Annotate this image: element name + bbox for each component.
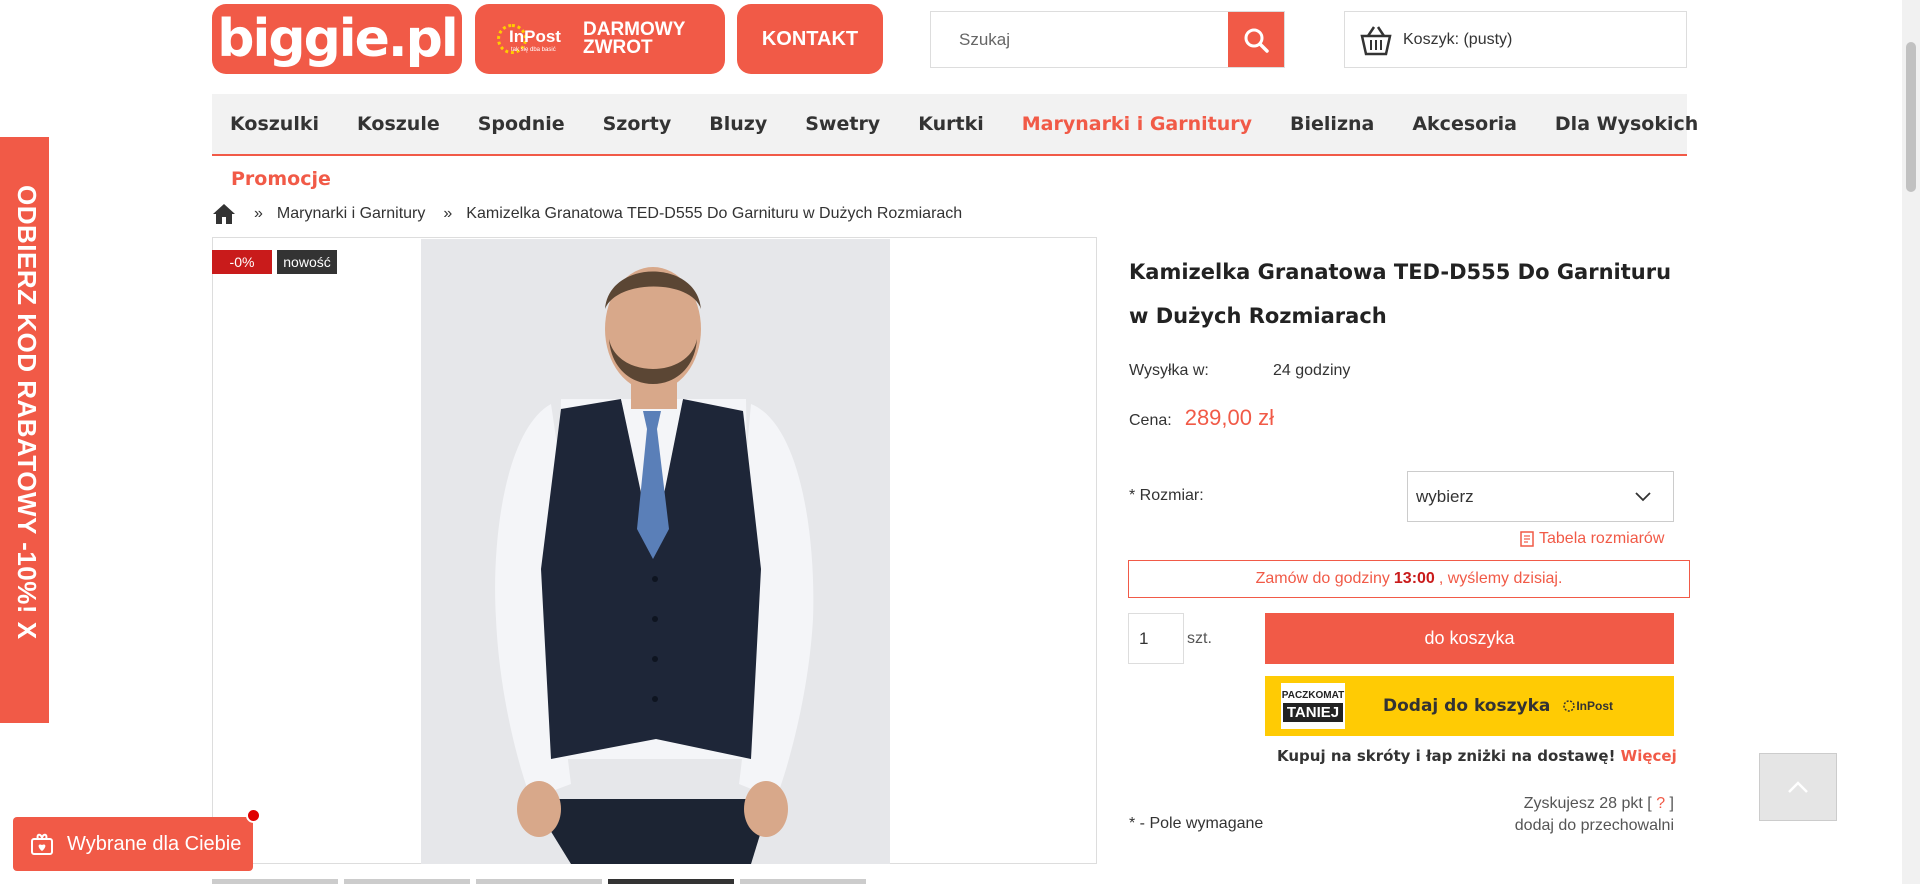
breadcrumb-category[interactable]: Marynarki i Garnitury [277,205,425,223]
inpost-small-logo: InPost [1562,699,1613,713]
inpost-logo-text: InPost [509,27,561,46]
free-return-text: DARMOWY ZWROT [583,20,685,58]
cart-label: Koszyk: (pusty) [1403,30,1513,48]
inpost-sun-icon [1563,700,1576,712]
main-nav: Koszulki Koszule Spodnie Szorty Bluzy Sw… [212,94,1698,156]
breadcrumb-separator: » [443,205,453,222]
nav-item-bluzy[interactable]: Bluzy [709,113,767,135]
nav-item-spodnie[interactable]: Spodnie [478,113,565,135]
loyalty-points: Zyskujesz 28 pkt [ ? ] dodaj do przechow… [1400,793,1674,837]
nav-item-dla-wysokich[interactable]: Dla Wysokich [1555,113,1698,135]
logo-text: biggie.pl [217,9,458,69]
chosen-for-you-label: Wybrane dla Ciebie [67,832,242,855]
nav-item-szorty[interactable]: Szorty [603,113,672,135]
price-value: 289,00 zł [1184,405,1274,430]
discount-badge: -0% [212,250,272,274]
search-box [930,11,1285,68]
add-to-cart-label: do koszyka [1424,628,1515,648]
thumbnail[interactable] [344,879,470,884]
points-close: ] [1669,795,1674,812]
points-help-link[interactable]: ? [1652,795,1670,812]
shipping-value: 24 godziny [1273,362,1351,379]
product-photo[interactable] [421,239,890,864]
basket-icon [1360,25,1392,55]
thumbnail[interactable] [476,879,602,884]
cart-widget[interactable]: Koszyk: (pusty) [1344,11,1687,68]
new-badge: nowość [277,250,337,274]
nav-item-swetry[interactable]: Swetry [805,113,880,135]
thumbnail-active[interactable] [608,879,734,884]
scrollbar-thumb[interactable] [1906,42,1916,192]
quantity-unit: szt. [1187,630,1212,647]
nav-item-koszule[interactable]: Koszule [357,113,440,135]
required-fields-note: * - Pole wymagane [1129,815,1264,832]
gift-heart-icon [31,833,53,855]
inpost-more-link[interactable]: Więcej [1621,747,1677,765]
inpost-add-label: Dodaj do koszyka [1383,696,1551,716]
inpost-add-to-cart-button[interactable]: PACZKOMAT TANIEJ Dodaj do koszyka InPost [1265,676,1674,736]
product-gallery [212,237,1097,864]
add-to-cart-button[interactable]: do koszyka [1265,613,1674,664]
size-table-label: Tabela rozmiarów [1539,530,1665,547]
breadcrumb-separator: » [254,205,263,222]
paczkomat-line1: PACZKOMAT [1281,690,1345,701]
site-logo[interactable]: biggie.pl [212,4,462,74]
price-row: Cena: 289,00 zł [1129,405,1274,431]
inpost-logo-sub: tak się dba basić [511,47,556,53]
inpost-note-text: Kupuj na skróty i łap zniżki na dostawę! [1277,747,1616,765]
model-in-vest-image [421,239,890,864]
nav-item-kurtki[interactable]: Kurtki [918,113,984,135]
size-table-link[interactable]: Tabela rozmiarów [1520,530,1664,548]
nav-item-marynarki[interactable]: Marynarki i Garnitury [1022,113,1252,135]
size-label: * Rozmiar: [1129,487,1204,504]
nav-item-koszulki[interactable]: Koszulki [230,113,319,135]
chosen-for-you-button[interactable]: Wybrane dla Ciebie [13,808,261,871]
search-button[interactable] [1228,12,1284,67]
add-to-stash-link[interactable]: dodaj do przechowalni [1400,815,1674,837]
points-text: Zyskujesz 28 pkt [ [1523,795,1652,812]
thumbnail-strip [212,879,872,884]
nav-item-promocje[interactable]: Promocje [231,168,331,190]
inpost-free-return-banner[interactable]: InPost tak się dba basić DARMOWY ZWROT [475,4,725,74]
order-deadline-note: Zamów do godziny 13:00 , wyślemy dzisiaj… [1128,560,1690,598]
notification-dot [246,808,261,823]
thumbnail[interactable] [740,879,866,884]
size-selected-value: wybierz [1416,486,1474,506]
breadcrumb-current: Kamizelka Granatowa TED-D555 Do Garnitur… [466,205,963,222]
quantity-input[interactable]: 1 [1128,613,1184,664]
search-icon [1244,28,1269,53]
breadcrumb: » Marynarki i Garnitury » Kamizelka Gran… [212,203,962,225]
shipping-row: Wysyłka w: 24 godziny [1129,362,1350,380]
shipping-label: Wysyłka w: [1129,362,1209,379]
chevron-down-icon [1635,492,1651,502]
free-return-line2: ZWROT [583,37,653,58]
search-input[interactable] [931,12,1229,67]
order-note-time: 13:00 [1393,570,1435,587]
order-note-post: , wyślemy dzisiaj. [1438,570,1563,587]
size-table-icon [1520,531,1534,547]
product-title: Kamizelka Granatowa TED-D555 Do Garnitur… [1129,260,1672,328]
discount-code-text: ODBIERZ KOD RABATOWY -10%! X [12,185,42,640]
back-to-top-button[interactable] [1759,753,1837,821]
order-note-pre: Zamów do godziny [1255,570,1390,587]
inpost-brand: InPost [1576,699,1614,713]
chevron-up-icon [1788,781,1808,793]
nav-item-bielizna[interactable]: Bielizna [1290,113,1374,135]
discount-code-side-tab[interactable]: ODBIERZ KOD RABATOWY -10%! X [0,137,49,723]
contact-button[interactable]: KONTAKT [737,4,883,74]
thumbnail[interactable] [212,879,338,884]
paczkomat-line2: TANIEJ [1282,703,1344,722]
page-scrollbar[interactable] [1902,0,1920,884]
size-select[interactable]: wybierz [1407,471,1674,522]
paczkomat-taniej-logo: PACZKOMAT TANIEJ [1281,683,1345,729]
price-label: Cena: [1129,412,1172,429]
inpost-logo: InPost tak się dba basić [497,19,577,59]
contact-label: KONTAKT [761,27,859,50]
nav-item-akcesoria[interactable]: Akcesoria [1412,113,1517,135]
home-icon[interactable] [212,203,236,225]
inpost-note: Kupuj na skróty i łap zniżki na dostawę!… [1277,747,1677,765]
